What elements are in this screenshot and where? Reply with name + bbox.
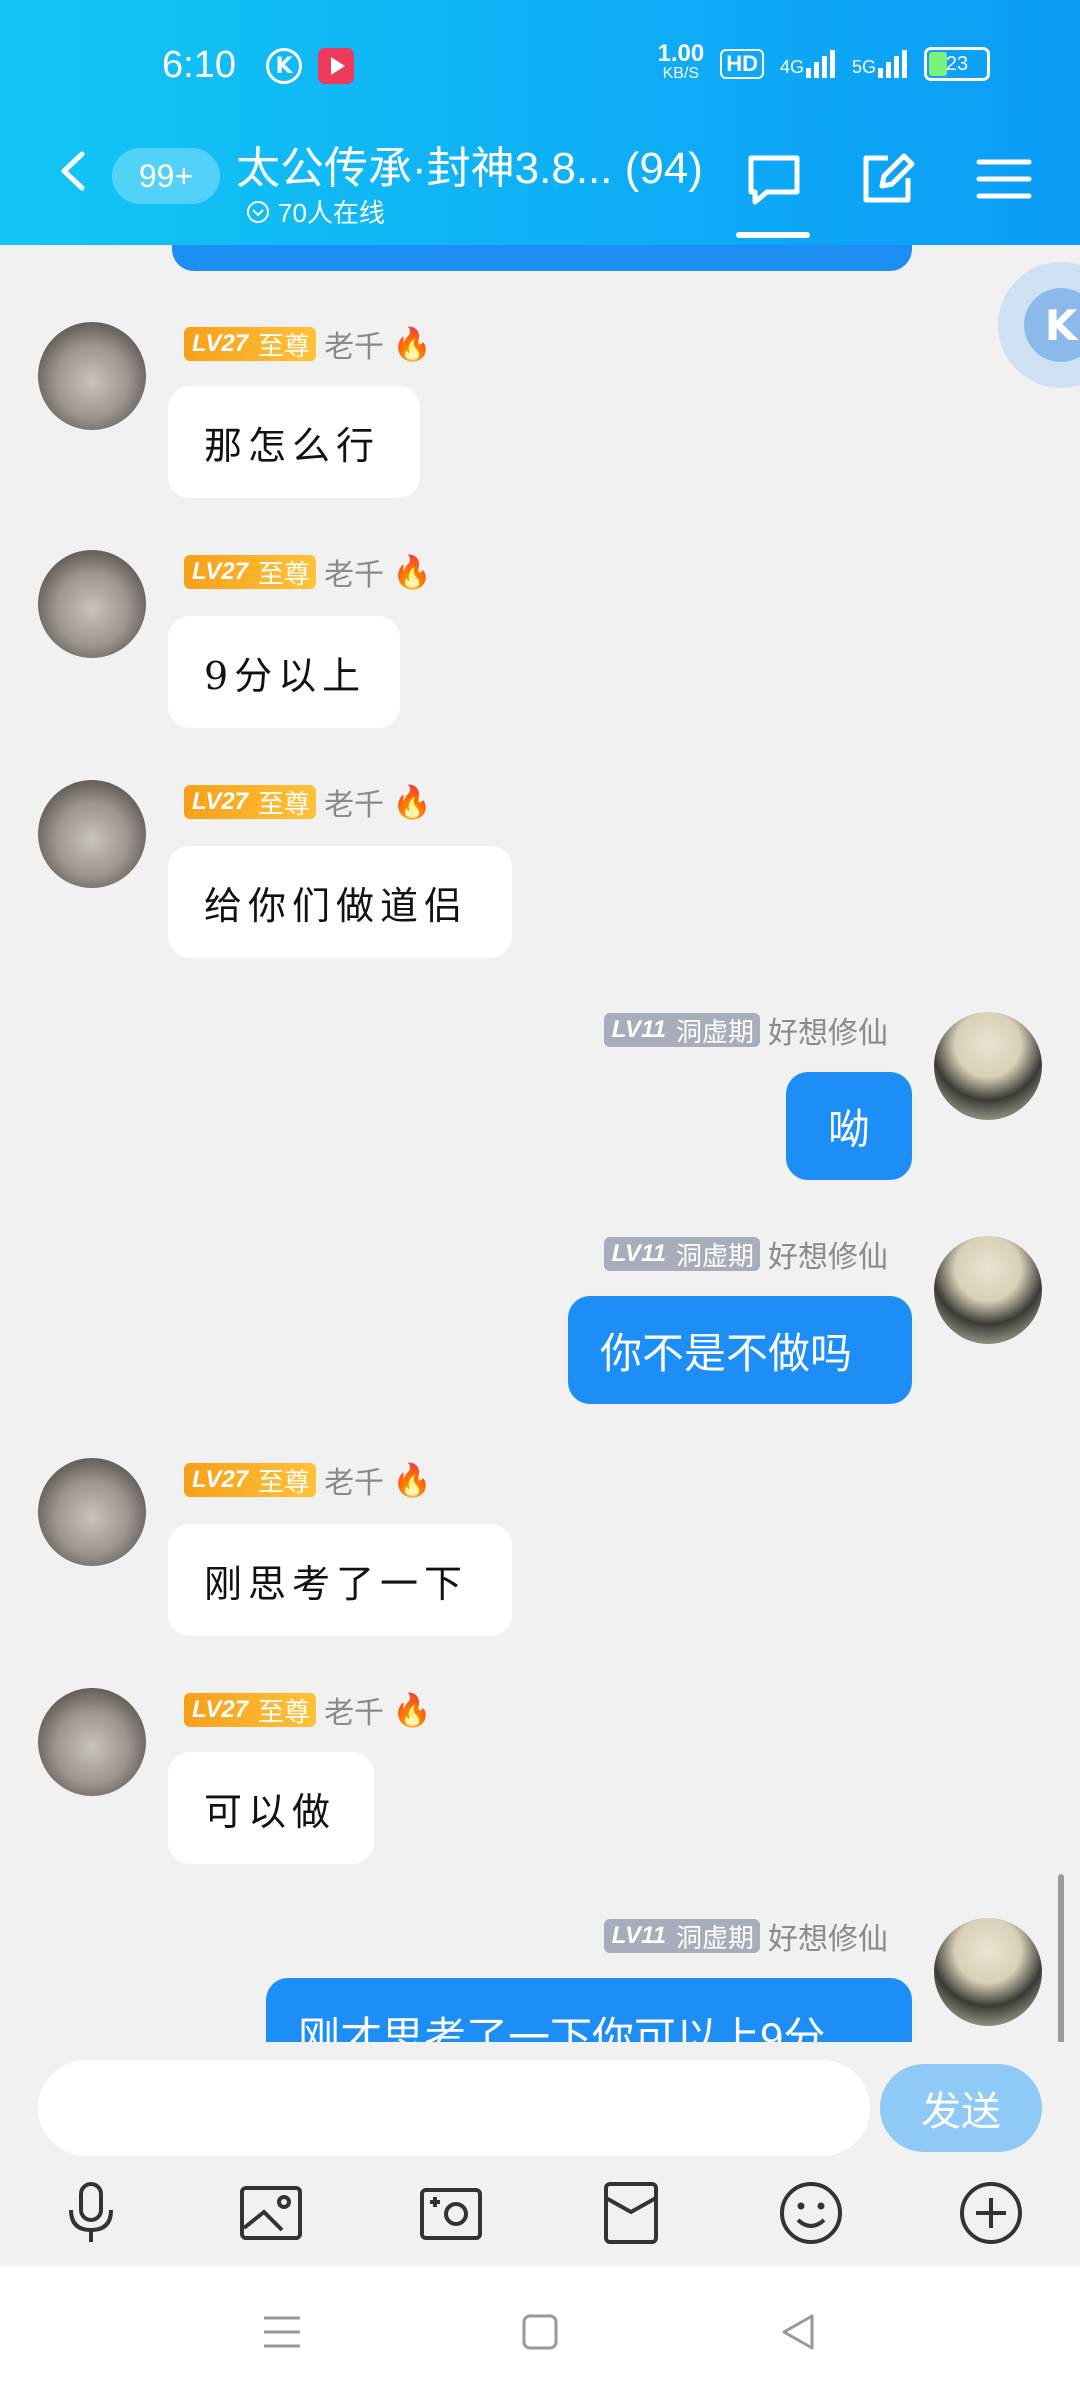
red-packet-icon[interactable] — [596, 2178, 666, 2248]
avatar[interactable] — [934, 1236, 1042, 1344]
avatar[interactable] — [38, 780, 146, 888]
message-bubble[interactable]: 9分以上 — [168, 616, 400, 728]
fire-icon: 🔥 — [392, 1691, 432, 1729]
sender-meta: LV27 至尊 老千 🔥 — [184, 1461, 432, 1501]
level-badge: LV11 洞虚期 — [603, 1013, 760, 1047]
avatar[interactable] — [38, 1688, 146, 1796]
level-badge: LV27 至尊 — [184, 327, 317, 361]
video-app-icon — [318, 48, 354, 84]
online-text: 70人在线 — [278, 198, 385, 228]
hd-badge: HD — [720, 49, 764, 79]
avatar[interactable] — [38, 1458, 146, 1566]
level-badge: LV27 至尊 — [184, 1463, 317, 1497]
nickname[interactable]: 老千 — [324, 322, 384, 366]
message-input[interactable] — [38, 2060, 870, 2156]
nickname[interactable]: 老千 — [324, 550, 384, 594]
nickname[interactable]: 老千 — [324, 1458, 384, 1502]
status-indicators: 1.00 KB/S HD 4G 5G 23 — [657, 40, 990, 84]
sender-meta: LV27 至尊 老千 🔥 — [184, 325, 432, 365]
fire-icon: 🔥 — [392, 553, 432, 591]
nickname[interactable]: 老千 — [324, 1688, 384, 1732]
home-square-icon[interactable] — [514, 2306, 566, 2358]
net-speed: 1.00 — [657, 40, 705, 67]
level-badge: LV11 洞虚期 — [603, 1237, 760, 1271]
message-bubble[interactable]: 可以做 — [168, 1752, 374, 1864]
nickname[interactable]: 好想修仙 — [768, 1232, 888, 1276]
fire-icon: 🔥 — [392, 325, 432, 363]
net-unit: KB/S — [662, 65, 700, 82]
microphone-icon[interactable] — [56, 2178, 126, 2248]
plus-icon[interactable] — [956, 2178, 1026, 2248]
avatar[interactable] — [934, 1012, 1042, 1120]
signal-4g-icon: 4G — [780, 50, 836, 78]
group-title[interactable]: 太公传承·封神3.8... (94) — [236, 132, 703, 196]
sender-meta: LV11 洞虚期 好想修仙 — [603, 1236, 888, 1275]
assistant-icon: K — [1024, 288, 1080, 362]
send-button[interactable]: 发送 — [880, 2064, 1042, 2152]
floating-assistant-button[interactable]: K — [998, 262, 1080, 388]
sender-meta: LV27 至尊 老千 🔥 — [184, 1691, 432, 1731]
level-badge: LV11 洞虚期 — [603, 1919, 760, 1953]
avatar[interactable] — [38, 322, 146, 430]
sender-meta: LV11 洞虚期 好想修仙 — [603, 1918, 888, 1957]
signal-5g-icon: 5G — [852, 50, 908, 78]
message-bubble[interactable]: 呦 — [786, 1072, 912, 1180]
message-bubble[interactable]: 那怎么行 — [168, 386, 420, 498]
avatar[interactable] — [934, 1918, 1042, 2026]
image-icon[interactable] — [236, 2178, 306, 2248]
unread-badge[interactable]: 99+ — [112, 148, 220, 204]
message-bubble[interactable]: 给你们做道侣 — [168, 846, 512, 958]
sender-meta: LV27 至尊 老千 🔥 — [184, 553, 432, 593]
previous-message-bubble — [172, 245, 912, 271]
sender-meta: LV27 至尊 老千 🔥 — [184, 783, 432, 823]
chat-bubble-icon[interactable] — [745, 150, 803, 208]
k-app-icon: K — [266, 48, 302, 84]
menu-icon[interactable] — [256, 2306, 308, 2358]
status-time: 6:10 — [162, 44, 236, 86]
edit-icon[interactable] — [858, 150, 916, 208]
nickname[interactable]: 好想修仙 — [768, 1914, 888, 1958]
menu-icon[interactable] — [975, 150, 1033, 208]
level-badge: LV27 至尊 — [184, 785, 317, 819]
message-bubble[interactable]: 你不是不做吗 — [568, 1296, 912, 1404]
avatar[interactable] — [38, 550, 146, 658]
camera-icon[interactable] — [416, 2178, 486, 2248]
tab-underline — [736, 232, 810, 238]
emoji-icon[interactable] — [776, 2178, 846, 2248]
nickname[interactable]: 老千 — [324, 780, 384, 824]
message-bubble[interactable]: 刚思考了一下 — [168, 1524, 512, 1636]
chevron-circle-icon — [247, 200, 269, 223]
fire-icon: 🔥 — [392, 783, 432, 821]
level-badge: LV27 至尊 — [184, 555, 317, 589]
sender-meta: LV11 洞虚期 好想修仙 — [603, 1012, 888, 1051]
nickname[interactable]: 好想修仙 — [768, 1008, 888, 1052]
back-triangle-icon[interactable] — [772, 2306, 824, 2358]
scrollbar[interactable] — [1058, 1874, 1064, 2044]
back-arrow-icon[interactable] — [52, 150, 94, 192]
level-badge: LV27 至尊 — [184, 1693, 317, 1727]
battery-icon: 23 — [924, 47, 990, 81]
online-count[interactable]: 70人在线 — [246, 193, 385, 230]
fire-icon: 🔥 — [392, 1461, 432, 1499]
chat-header: 6:10 K 1.00 KB/S HD 4G 5G 23 99+ 太公传承·封神… — [0, 0, 1080, 245]
